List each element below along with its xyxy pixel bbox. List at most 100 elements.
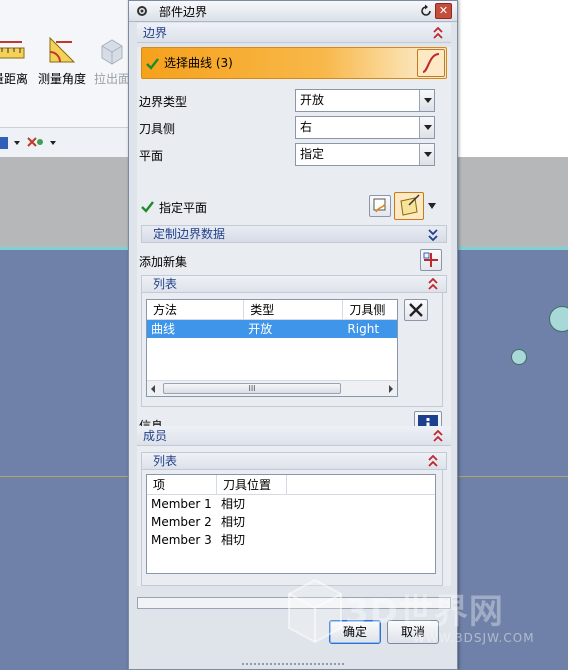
check-icon xyxy=(146,58,159,70)
horizontal-scrollbar[interactable]: III xyxy=(147,380,397,396)
add-set-icon xyxy=(423,252,438,267)
resize-grip[interactable] xyxy=(241,662,345,667)
column-tool-position[interactable]: 刀具位置 xyxy=(217,475,287,494)
boundary-list[interactable]: 方法 类型 刀具侧 曲线 开放 Right III xyxy=(146,299,398,397)
plane-value: 指定 xyxy=(300,147,325,161)
curve-select-button[interactable] xyxy=(417,49,445,77)
collapse-chevron-icon[interactable] xyxy=(428,278,438,290)
tool-side-value: 右 xyxy=(300,120,313,134)
scroll-thumb[interactable]: III xyxy=(163,383,341,394)
add-new-set-row: 添加新集 xyxy=(137,247,451,273)
boundary-type-value: 开放 xyxy=(300,93,325,107)
boundary-section-header[interactable]: 边界 xyxy=(137,23,451,43)
column-method[interactable]: 方法 xyxy=(147,300,245,319)
specify-plane-label: 指定平面 xyxy=(159,201,208,215)
plane-row: 平面 指定 xyxy=(137,141,451,168)
measure-angle-icon xyxy=(46,34,78,66)
chevron-down-icon[interactable] xyxy=(427,202,437,210)
specify-plane-button[interactable] xyxy=(394,192,424,220)
reset-icon[interactable] xyxy=(419,4,433,18)
add-new-set-button[interactable] xyxy=(420,249,442,271)
cell-type: 开放 xyxy=(248,322,273,336)
tool-side-row: 刀具侧 右 xyxy=(137,114,451,141)
member-name: Member 2 xyxy=(151,515,212,529)
ribbon-panel: 量距离 测量角度 拉出面 xyxy=(0,0,130,128)
plane-dropdown[interactable]: 指定 xyxy=(295,143,435,166)
cancel-button[interactable]: 取消 xyxy=(387,620,439,644)
members-list[interactable]: 项 刀具位置 Member 1 相切 Member 2 相切 Member 3 … xyxy=(146,474,436,574)
member-position: 相切 xyxy=(221,497,246,511)
add-new-set-label: 添加新集 xyxy=(139,255,188,269)
members-section-body: 列表 项 刀具位置 Member 1 相切 Member 2 相切 Member… xyxy=(137,446,451,586)
expand-chevron-icon[interactable] xyxy=(428,229,438,241)
custom-boundary-data-header[interactable]: 定制边界数据 xyxy=(141,225,447,243)
plane-dialog-button[interactable] xyxy=(369,195,391,217)
tool-side-label: 刀具侧 xyxy=(139,122,176,136)
plane-label: 平面 xyxy=(139,149,164,163)
list-item[interactable]: Member 2 相切 xyxy=(147,513,435,531)
pull-face-icon xyxy=(96,34,128,66)
dialog-footer-scrollbar[interactable] xyxy=(137,597,451,609)
boundary-type-dropdown[interactable]: 开放 xyxy=(295,89,435,112)
viewport-circle-small xyxy=(511,349,527,365)
table-row[interactable]: 曲线 开放 Right xyxy=(147,320,397,338)
viewport-circle-large xyxy=(549,306,568,332)
list-item[interactable]: Member 1 相切 xyxy=(147,495,435,513)
secondary-toolbar xyxy=(0,128,128,158)
list-item[interactable]: Member 3 相切 xyxy=(147,531,435,549)
delete-x-icon xyxy=(409,303,423,317)
boundary-section-body: 选择曲线 (3) 边界类型 开放 刀具侧 右 平面 指定 指定平面 定制边界数据… xyxy=(137,47,451,439)
column-type[interactable]: 类型 xyxy=(244,300,344,319)
collapse-chevron-icon[interactable] xyxy=(433,430,443,442)
collapse-chevron-icon[interactable] xyxy=(428,455,438,467)
cell-tool-side: Right xyxy=(347,322,380,336)
plane-icon xyxy=(400,194,420,216)
scroll-left-arrow-icon[interactable] xyxy=(151,385,155,393)
member-position: 相切 xyxy=(221,515,246,529)
boundary-type-row: 边界类型 开放 xyxy=(137,87,451,114)
members-list-subheader[interactable]: 列表 xyxy=(141,452,447,470)
boundary-list-header: 方法 类型 刀具侧 xyxy=(147,300,397,320)
gear-icon xyxy=(137,6,147,16)
dialog-body: 边界 选择曲线 (3) 边界类型 开放 刀具侧 右 平面 指定 指定平面 定制边… xyxy=(137,23,451,586)
plane-dialog-icon xyxy=(373,198,386,213)
members-section-title: 成员 xyxy=(143,429,168,443)
specify-plane-row: 指定平面 xyxy=(137,191,451,221)
custom-boundary-data-label: 定制边界数据 xyxy=(153,227,226,241)
toolbar-icons[interactable] xyxy=(0,128,128,158)
check-icon xyxy=(141,201,154,213)
member-position: 相切 xyxy=(221,533,246,547)
ok-button[interactable]: 确定 xyxy=(329,620,381,644)
member-name: Member 3 xyxy=(151,533,212,547)
select-curve-row[interactable]: 选择曲线 (3) xyxy=(141,47,447,79)
boundary-type-label: 边界类型 xyxy=(139,95,188,109)
boundary-section-title: 边界 xyxy=(143,26,168,40)
members-section-header[interactable]: 成员 xyxy=(137,426,451,446)
curve-icon xyxy=(422,53,440,73)
part-boundary-dialog: 部件边界 ✕ 边界 选择曲线 (3) 边界类型 开放 刀具侧 右 平面 指定 指… xyxy=(128,0,458,670)
list-subheader[interactable]: 列表 xyxy=(141,275,447,293)
members-list-header: 项 刀具位置 xyxy=(147,475,435,495)
chevron-down-icon[interactable] xyxy=(419,90,434,111)
members-section: 成员 列表 项 刀具位置 Member 1 相切 Member 2 相切 Mem… xyxy=(137,426,451,586)
close-button[interactable]: ✕ xyxy=(435,3,452,19)
column-item[interactable]: 项 xyxy=(147,475,217,494)
graphics-area-right xyxy=(458,0,568,157)
dialog-titlebar[interactable]: 部件边界 ✕ xyxy=(129,1,457,22)
member-name: Member 1 xyxy=(151,497,212,511)
members-list-panel: 项 刀具位置 Member 1 相切 Member 2 相切 Member 3 … xyxy=(141,470,443,586)
column-tool-side[interactable]: 刀具侧 xyxy=(343,300,397,319)
tool-side-dropdown[interactable]: 右 xyxy=(295,116,435,139)
scroll-right-arrow-icon[interactable] xyxy=(389,385,393,393)
remove-button[interactable] xyxy=(404,299,428,321)
chevron-down-icon[interactable] xyxy=(419,144,434,165)
members-list-title: 列表 xyxy=(153,454,178,468)
measure-distance-icon xyxy=(0,34,26,66)
chevron-down-icon[interactable] xyxy=(419,117,434,138)
collapse-chevron-icon[interactable] xyxy=(433,27,443,39)
cell-method: 曲线 xyxy=(151,322,176,336)
select-curve-label: 选择曲线 (3) xyxy=(164,56,233,70)
list-panel: 方法 类型 刀具侧 曲线 开放 Right III xyxy=(141,293,443,407)
list-title: 列表 xyxy=(153,277,178,291)
scroll-grip-label: III xyxy=(248,384,256,393)
